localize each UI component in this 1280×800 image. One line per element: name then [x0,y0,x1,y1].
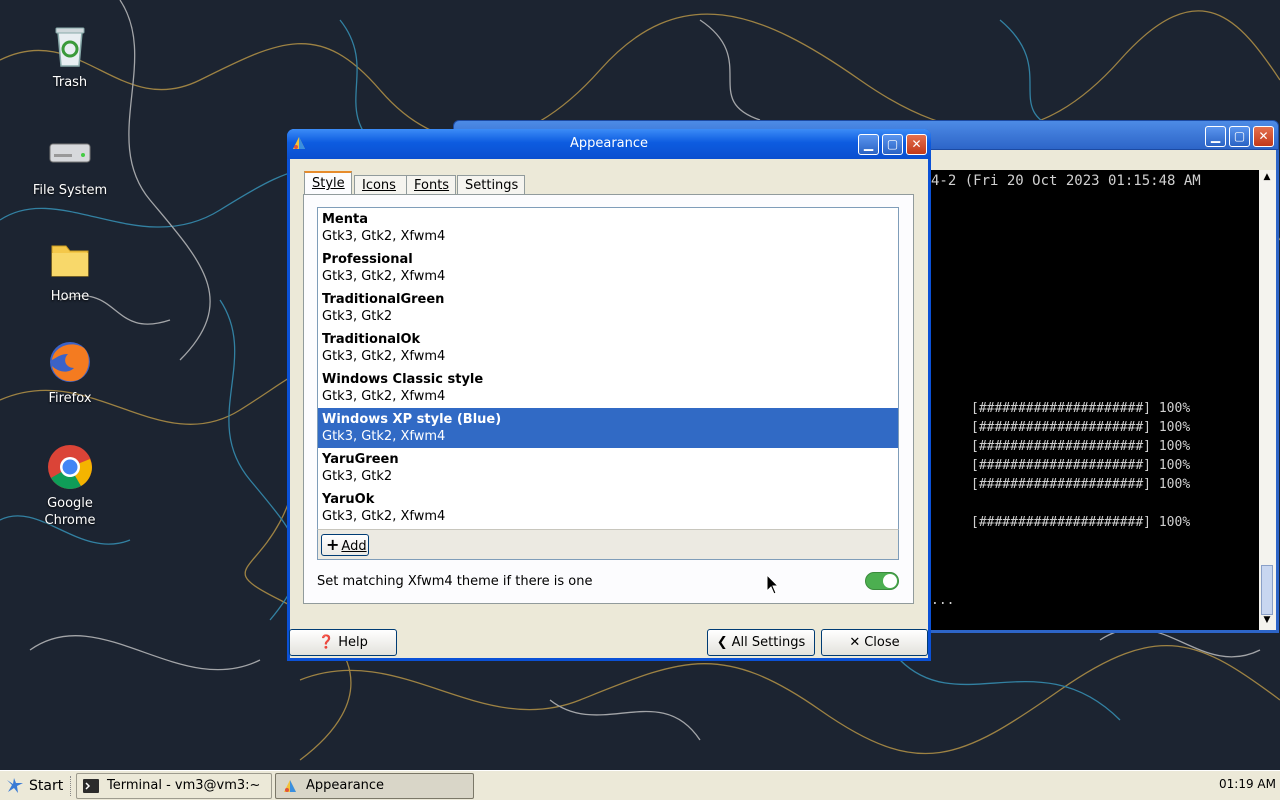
desktop-icon-label: Home [50,289,90,304]
scroll-thumb[interactable] [1261,565,1273,615]
minimize-button[interactable]: ▁ [858,134,879,155]
desktop-icon-label: Google Chrome [44,496,96,528]
mouse-pointer-icon [766,574,780,595]
list-item[interactable]: TraditionalGreen Gtk3, Gtk2 [318,288,898,328]
close-button[interactable]: ✕ [906,134,927,155]
chevron-left-icon: ❮ [716,635,728,650]
list-item[interactable]: YaruGreen Gtk3, Gtk2 [318,448,898,488]
tab-fonts[interactable]: Fonts [406,175,456,195]
plus-icon: + [326,535,340,554]
desktop-icon-home[interactable]: Home [20,236,120,305]
match-xfwm4-label: Set matching Xfwm4 theme if there is one [317,574,593,589]
tab-style[interactable]: Style [304,171,352,196]
theme-list-toolbar: + Add [317,529,899,560]
match-xfwm4-toggle[interactable] [865,572,899,590]
list-item[interactable]: Menta Gtk3, Gtk2, Xfwm4 [318,208,898,248]
terminal-line: [#####################] 100% [971,515,1191,530]
toggle-knob [883,574,897,588]
chrome-icon [48,445,92,489]
help-icon: ❓ [318,635,335,650]
tab-settings[interactable]: Settings [457,175,525,195]
scroll-down-icon[interactable]: ▼ [1261,615,1273,629]
terminal-line: [#####################] 100% [971,477,1191,492]
help-button[interactable]: ❓ Help [289,629,397,656]
dialog-title: Appearance [569,136,649,151]
clock[interactable]: 01:19 AM [1219,777,1276,791]
terminal-line: [#####################] 100% [971,439,1191,454]
style-tab-panel: Menta Gtk3, Gtk2, Xfwm4 Professional Gtk… [303,194,914,604]
trash-icon [55,27,85,67]
start-button[interactable]: Start [3,774,63,798]
list-item[interactable]: Windows Classic style Gtk3, Gtk2, Xfwm4 [318,368,898,408]
add-theme-button[interactable]: + Add [321,534,369,556]
list-item[interactable]: TraditionalOk Gtk3, Gtk2, Xfwm4 [318,328,898,368]
list-item[interactable]: Professional Gtk3, Gtk2, Xfwm4 [318,248,898,288]
desktop-icon-file-system[interactable]: File System [20,130,120,199]
firefox-icon [50,342,90,382]
desktop-icon-label: Firefox [48,391,92,406]
appearance-icon [284,780,296,792]
tab-icons[interactable]: Icons [354,175,407,195]
desktop-icon-label: Trash [52,75,88,90]
taskbar-item-appearance[interactable]: Appearance [275,773,474,799]
list-item-selected[interactable]: Windows XP style (Blue) Gtk3, Gtk2, Xfwm… [318,408,898,448]
taskbar-separator [70,776,73,796]
theme-list[interactable]: Menta Gtk3, Gtk2, Xfwm4 Professional Gtk… [317,207,899,530]
list-item[interactable]: YaruOk Gtk3, Gtk2, Xfwm4 [318,488,898,528]
drive-icon [49,143,91,163]
desktop-icon-google-chrome[interactable]: Google Chrome [20,443,120,529]
taskbar-item-terminal[interactable]: Terminal - vm3@vm3:~ [76,773,272,799]
terminal-line: 4-2 (Fri 20 Oct 2023 01:15:48 AM [931,173,1201,189]
maximize-button[interactable]: ▢ [882,134,903,155]
terminal-scrollbar[interactable]: ▲ ▼ [1259,170,1279,633]
folder-icon [51,245,89,277]
scroll-up-icon[interactable]: ▲ [1261,172,1273,186]
appearance-dialog[interactable]: Appearance ▁ ▢ ✕ Style Icons Fonts Setti… [287,129,931,661]
all-settings-button[interactable]: ❮ All Settings [707,629,815,656]
terminal-line: [#####################] 100% [971,420,1191,435]
desktop: Trash File System Home Firefox Google Ch… [0,0,1280,770]
desktop-icon-firefox[interactable]: Firefox [20,338,120,407]
desktop-icon-trash[interactable]: Trash [20,22,120,91]
dialog-titlebar[interactable]: Appearance ▁ ▢ ✕ [287,129,931,159]
desktop-icon-label: File System [32,183,108,198]
taskbar: Start Terminal - vm3@vm3:~ Appearance 01… [0,770,1280,800]
close-button[interactable]: ✕ [1253,126,1274,147]
close-icon: ✕ [849,635,861,650]
xfce-logo-icon [7,778,23,793]
terminal-line: [#####################] 100% [971,458,1191,473]
maximize-button[interactable]: ▢ [1229,126,1250,147]
terminal-icon [83,779,99,793]
terminal-line: [#####################] 100% [971,401,1191,416]
minimize-button[interactable]: ▁ [1205,126,1226,147]
terminal-line: ... [931,593,955,608]
close-dialog-button[interactable]: ✕ Close [821,629,928,656]
